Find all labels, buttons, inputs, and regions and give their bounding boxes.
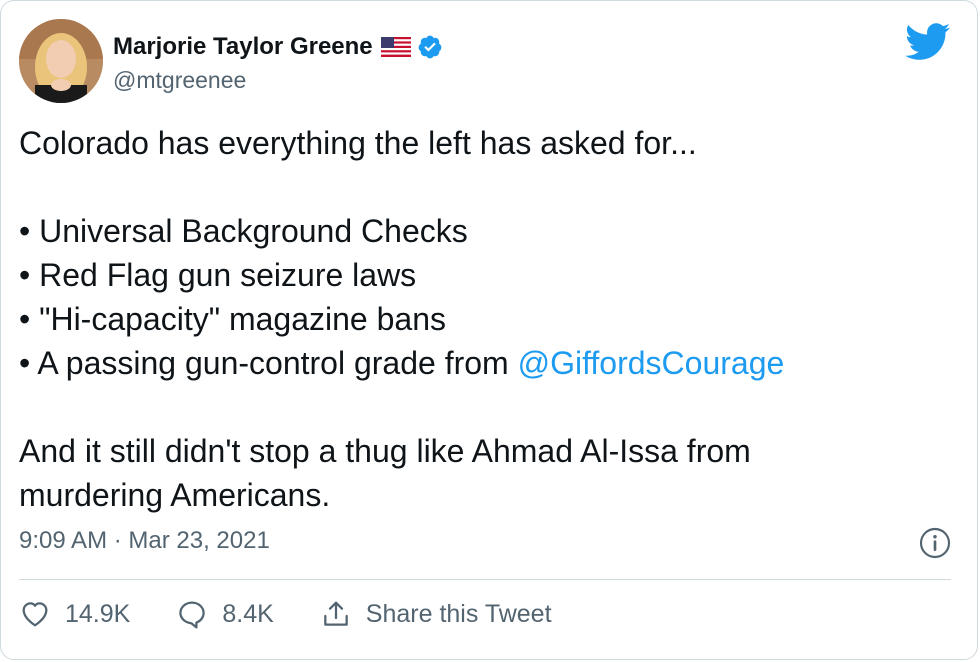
share-icon [323,601,348,626]
share-button[interactable]: Share this Tweet [320,598,552,630]
like-count: 14.9K [65,599,131,628]
bullet-item: • Universal Background Checks [19,213,468,249]
like-button[interactable]: 14.9K [19,598,130,630]
tweet-text: Colorado has everything the left has ask… [19,121,949,517]
twitter-bird-icon[interactable] [905,23,951,61]
reply-bubble-icon [179,601,206,629]
tweet-intro: Colorado has everything the left has ask… [19,125,697,161]
heart-icon [22,602,48,627]
author-handle[interactable]: @mtgreenee [113,67,246,94]
share-label: Share this Tweet [365,599,552,628]
info-icon[interactable] [919,527,951,559]
author-name[interactable]: Marjorie Taylor Greene [113,33,373,61]
bullet-item: • "Hi-capacity" magazine bans [19,301,446,337]
tweet-card: Marjorie Taylor Greene @mtgreenee Colora… [0,0,978,660]
divider [19,579,951,580]
reply-count: 8.4K [222,599,274,628]
tweet-timestamp[interactable]: 9:09 AM · Mar 23, 2021 [19,527,270,555]
reply-button[interactable]: 8.4K [176,598,274,630]
tweet-closing: And it still didn't stop a thug like Ahm… [19,433,751,513]
avatar[interactable] [19,19,103,103]
tweet-actions: 14.9K 8.4K Share this Tweet [19,598,598,630]
mention-link[interactable]: @GiffordsCourage [518,345,785,381]
bullet-item: • A passing gun-control grade from @Giff… [19,341,949,385]
bullet-item: • Red Flag gun seizure laws [19,257,417,293]
us-flag-icon [380,37,411,57]
bullet-text: • A passing gun-control grade from [19,345,518,381]
verified-badge-icon [418,35,442,59]
